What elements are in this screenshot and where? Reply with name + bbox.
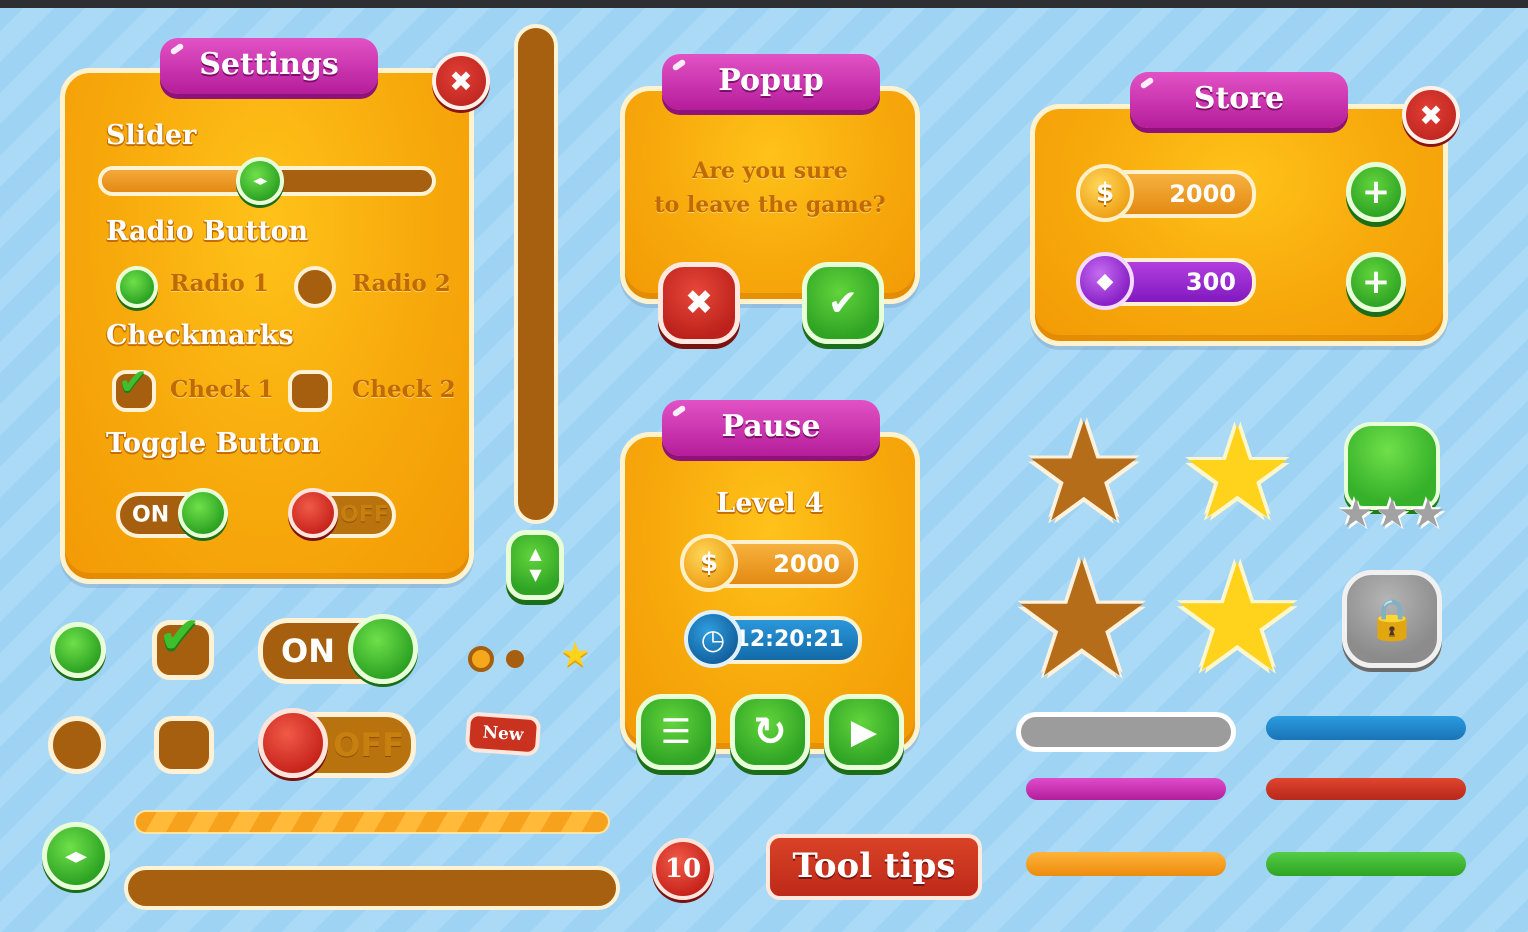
horizontal-scroll-knob[interactable]: ◂▸ — [42, 822, 110, 890]
star-empty-large-icon: ★ — [1010, 526, 1154, 713]
arrows-icon: ◂▸ — [64, 843, 88, 869]
toggle-on-text: ON — [132, 502, 170, 528]
plus-icon: + — [1361, 262, 1391, 302]
toggle-off-text: OFF — [340, 502, 389, 528]
top-bar — [0, 0, 1528, 8]
radio-1-label: Radio 1 — [170, 270, 269, 297]
popup-message-line-1: Are you sure — [692, 158, 848, 184]
toggle-label: Toggle Button — [106, 428, 321, 459]
gray-bar — [1016, 712, 1236, 752]
radio-on-large[interactable] — [50, 622, 106, 678]
toggle-on-knob — [348, 614, 418, 684]
counter-badge: 10 — [652, 838, 714, 900]
popup-cancel-button[interactable]: ✖ — [658, 262, 740, 344]
coin-icon: $ — [1076, 164, 1134, 222]
store-title: Store — [1130, 72, 1348, 128]
slider-label: Slider — [106, 120, 197, 151]
clock-icon: ◷ — [684, 610, 742, 668]
play-icon: ▶ — [850, 712, 878, 752]
tooltip-text: Tool tips — [792, 846, 956, 886]
close-icon: ✖ — [1419, 98, 1443, 132]
level-star-2-icon: ★ — [1374, 491, 1410, 537]
list-menu-icon: ☰ — [660, 712, 692, 752]
blue-bar — [1266, 716, 1466, 740]
level-button-locked[interactable]: 🔒 — [1342, 570, 1442, 668]
horizontal-scroll-track[interactable] — [124, 866, 620, 910]
green-bar — [1266, 852, 1466, 876]
up-down-arrows-icon: ▲▼ — [526, 544, 545, 586]
vertical-scrollbar[interactable] — [514, 24, 558, 524]
toggle-off-text: OFF — [333, 726, 404, 764]
star-empty-icon: ★ — [1022, 392, 1146, 553]
add-coins-button[interactable]: + — [1346, 162, 1406, 222]
radio-label: Radio Button — [106, 216, 309, 247]
scroll-handle[interactable]: ▲▼ — [506, 530, 564, 600]
toggle-on-text: ON — [281, 632, 335, 670]
red-bar — [1266, 778, 1466, 800]
pause-play-button[interactable]: ▶ — [824, 694, 904, 770]
check-2-label: Check 2 — [352, 376, 456, 403]
check-icon: ✔ — [158, 606, 202, 666]
gem-icon: ◆ — [1076, 252, 1134, 310]
radio-2-label: Radio 2 — [352, 270, 451, 297]
coin-icon: $ — [680, 534, 738, 592]
checkmark-icon: ✔ — [827, 282, 859, 324]
arrows-icon: ◂▸ — [253, 173, 268, 189]
radio-2-button[interactable] — [294, 266, 336, 308]
star-filled-icon: ★ — [1180, 399, 1295, 548]
star-filled-large-icon: ★ — [1170, 532, 1305, 706]
check-1-label: Check 1 — [170, 376, 274, 403]
pause-level-label: Level 4 — [716, 488, 824, 519]
check-icon: ✔ — [118, 362, 149, 403]
plus-icon: + — [1361, 172, 1391, 212]
checkbox-unchecked-large[interactable] — [154, 716, 214, 774]
checkmarks-label: Checkmarks — [106, 320, 294, 351]
toggle-on-knob — [178, 488, 228, 538]
close-icon: ✖ — [684, 283, 714, 323]
store-close-button[interactable]: ✖ — [1402, 86, 1460, 144]
popup-message-line-2: to leave the game? — [654, 192, 886, 218]
radio-1-button[interactable] — [116, 266, 158, 308]
new-badge: New — [464, 711, 542, 757]
toggle-off-knob — [258, 708, 328, 778]
lock-icon: 🔒 — [1367, 596, 1417, 643]
page-dot[interactable] — [506, 650, 524, 668]
level-star-3-icon: ★ — [1410, 491, 1446, 537]
new-badge-text: New — [481, 722, 525, 746]
progress-bar-stripes — [134, 810, 610, 834]
restart-icon: ↻ — [753, 709, 787, 755]
pause-title: Pause — [662, 400, 880, 456]
radio-off-large[interactable] — [48, 716, 106, 774]
tooltip-box: Tool tips — [766, 834, 982, 900]
popup-title: Popup — [662, 54, 880, 110]
level-star-1-icon: ★ — [1338, 491, 1374, 537]
popup-confirm-button[interactable]: ✔ — [802, 262, 884, 344]
counter-text: 10 — [664, 854, 702, 884]
settings-title: Settings — [160, 38, 378, 94]
page-dot-active[interactable] — [468, 646, 494, 672]
add-gems-button[interactable]: + — [1346, 252, 1406, 312]
pause-restart-button[interactable]: ↻ — [730, 694, 810, 770]
magenta-bar — [1026, 778, 1226, 800]
check-2-box[interactable] — [288, 370, 332, 412]
small-star-icon: ★ — [560, 635, 591, 675]
close-icon: ✖ — [449, 64, 473, 98]
settings-close-button[interactable]: ✖ — [432, 52, 490, 110]
orange-bar — [1026, 852, 1226, 876]
toggle-off-knob — [288, 488, 338, 538]
pause-menu-button[interactable]: ☰ — [636, 694, 716, 770]
